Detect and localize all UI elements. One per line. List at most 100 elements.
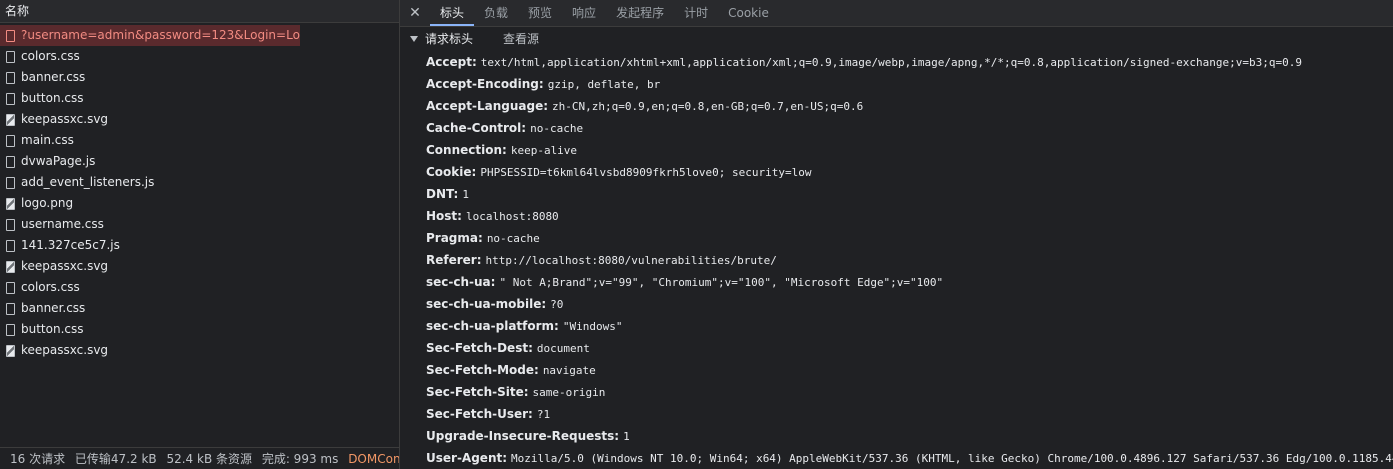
document-icon	[6, 29, 15, 42]
header-name: Accept:	[426, 55, 477, 69]
document-icon	[6, 71, 15, 84]
document-icon	[6, 134, 15, 147]
name-column-header[interactable]: 名称	[0, 0, 399, 23]
header-value: navigate	[542, 364, 596, 377]
header-name: Sec-Fetch-Dest:	[426, 341, 533, 355]
header-value: 1	[623, 430, 630, 443]
request-row[interactable]: button.css	[0, 319, 399, 340]
header-name: Accept-Encoding:	[426, 77, 544, 91]
request-row[interactable]: main.css	[0, 130, 399, 151]
request-count: 16 次请求	[10, 452, 66, 466]
request-row[interactable]: keepassxc.svg	[0, 340, 399, 361]
request-name: colors.css	[21, 280, 80, 294]
request-list: ?username=admin&password=123&Login=Login…	[0, 25, 399, 361]
request-name: colors.css	[21, 49, 80, 63]
header-row: Referer: http://localhost:8080/vulnerabil…	[426, 249, 1393, 271]
image-file-icon	[6, 260, 15, 273]
header-name: sec-ch-ua-platform:	[426, 319, 559, 333]
resources-size: 52.4 kB 条资源	[166, 452, 252, 466]
header-row: Accept: text/html,application/xhtml+xml,a…	[426, 51, 1393, 73]
request-name: keepassxc.svg	[21, 112, 109, 126]
request-row[interactable]: dvwaPage.js	[0, 151, 399, 172]
request-name: banner.css	[21, 70, 86, 84]
document-icon	[6, 218, 15, 231]
document-icon	[6, 155, 15, 168]
transferred-size: 已传输47.2 kB	[74, 452, 157, 466]
request-row[interactable]: colors.css	[0, 46, 399, 67]
header-name: Connection:	[426, 143, 507, 157]
header-row: Pragma: no-cache	[426, 227, 1393, 249]
image-file-icon	[6, 197, 15, 210]
header-row: Host: localhost:8080	[426, 205, 1393, 227]
header-value: Mozilla/5.0 (Windows NT 10.0; Win64; x64…	[511, 452, 1393, 465]
request-name: keepassxc.svg	[21, 343, 109, 357]
header-row: User-Agent: Mozilla/5.0 (Windows NT 10.0;…	[426, 447, 1393, 469]
header-name: Accept-Language:	[426, 99, 549, 113]
request-row[interactable]: logo.png	[0, 193, 399, 214]
tab-5[interactable]: 计时	[674, 0, 718, 26]
document-icon	[6, 50, 15, 63]
request-row[interactable]: banner.css	[0, 298, 399, 319]
header-row: Sec-Fetch-User: ?1	[426, 403, 1393, 425]
header-value: zh-CN,zh;q=0.9,en;q=0.8,en-GB;q=0.7,en-U…	[552, 100, 864, 113]
header-value: 1	[462, 188, 469, 201]
tab-2[interactable]: 预览	[518, 0, 562, 26]
tab-1[interactable]: 负载	[474, 0, 518, 26]
header-value: same-origin	[532, 386, 606, 399]
request-row[interactable]: colors.css	[0, 277, 399, 298]
tab-6[interactable]: Cookie	[718, 0, 779, 26]
header-row: sec-ch-ua-mobile: ?0	[426, 293, 1393, 315]
header-row: sec-ch-ua-platform: "Windows"	[426, 315, 1393, 337]
header-name: sec-ch-ua:	[426, 275, 496, 289]
header-name: Pragma:	[426, 231, 483, 245]
request-details-pane: ✕ 标头 负载 预览 响应 发起程序 计时 Cookie 请求标头 查看源 Accept: t…	[400, 0, 1393, 469]
header-value: http://localhost:8080/vulnerabilities/br…	[485, 254, 777, 267]
request-row[interactable]: add_event_listeners.js	[0, 172, 399, 193]
document-icon	[6, 323, 15, 336]
header-name: sec-ch-ua-mobile:	[426, 297, 547, 311]
header-value: no-cache	[486, 232, 540, 245]
status-bar: 16 次请求 已传输47.2 kB 52.4 kB 条资源 完成: 993 ms…	[0, 447, 399, 469]
tab-3[interactable]: 响应	[562, 0, 606, 26]
dom-content-loaded: DOMContentLo	[348, 452, 399, 466]
header-row: Connection: keep-alive	[426, 139, 1393, 161]
document-icon	[6, 239, 15, 252]
document-icon	[6, 92, 15, 105]
request-row[interactable]: keepassxc.svg	[0, 109, 399, 130]
request-row[interactable]: keepassxc.svg	[0, 256, 399, 277]
header-value: no-cache	[530, 122, 584, 135]
header-name: DNT:	[426, 187, 459, 201]
tab-4[interactable]: 发起程序	[606, 0, 674, 26]
request-name: add_event_listeners.js	[21, 175, 155, 189]
view-source-link[interactable]: 查看源	[503, 27, 539, 51]
header-row: sec-ch-ua: " Not A;Brand";v="99", "Chromi…	[426, 271, 1393, 293]
close-icon[interactable]: ✕	[400, 0, 430, 26]
header-row: Cache-Control: no-cache	[426, 117, 1393, 139]
header-name: Sec-Fetch-Mode:	[426, 363, 539, 377]
request-row[interactable]: button.css	[0, 88, 399, 109]
header-row: Accept-Encoding: gzip, deflate, br	[426, 73, 1393, 95]
document-icon	[6, 281, 15, 294]
request-row[interactable]: username.css	[0, 214, 399, 235]
header-name: User-Agent:	[426, 451, 508, 465]
header-name: Upgrade-Insecure-Requests:	[426, 429, 620, 443]
request-name: dvwaPage.js	[21, 154, 96, 168]
header-value: gzip, deflate, br	[547, 78, 661, 91]
request-name: username.css	[21, 217, 104, 231]
details-tab-bar: ✕ 标头 负载 预览 响应 发起程序 计时 Cookie	[400, 0, 1393, 27]
tab-0[interactable]: 标头	[430, 0, 475, 26]
request-row[interactable]: banner.css	[0, 67, 399, 88]
request-headers-section-header[interactable]: 请求标头 查看源	[400, 27, 1393, 51]
finish-time: 完成: 993 ms	[261, 452, 339, 466]
request-row[interactable]: ?username=admin&password=123&Login=Login	[0, 25, 300, 46]
section-title: 请求标头	[425, 32, 474, 46]
request-name: button.css	[21, 322, 84, 336]
header-value: text/html,application/xhtml+xml,applicat…	[480, 56, 1302, 69]
header-value: localhost:8080	[465, 210, 559, 223]
caret-down-icon	[410, 36, 418, 42]
header-name: Sec-Fetch-User:	[426, 407, 533, 421]
request-name: 141.327ce5c7.js	[21, 238, 120, 252]
header-value: "Windows"	[562, 320, 623, 333]
header-value: ?1	[536, 408, 551, 421]
request-row[interactable]: 141.327ce5c7.js	[0, 235, 399, 256]
